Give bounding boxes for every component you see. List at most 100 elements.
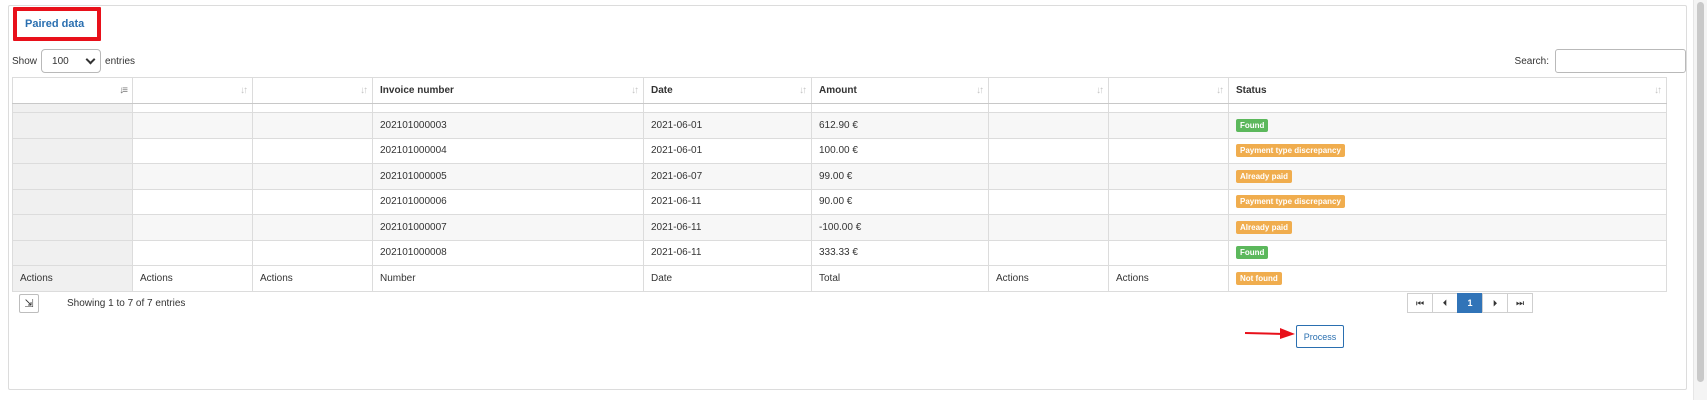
table-cell <box>132 214 253 241</box>
table-cell <box>12 188 133 215</box>
page-scrollbar-thumb[interactable] <box>1697 2 1704 382</box>
footer-cell: Actions <box>988 265 1109 292</box>
date-cell: 2021-06-01 <box>643 137 812 164</box>
status-badge: Payment type discrepancy <box>1236 195 1345 209</box>
table-cell <box>12 239 133 266</box>
date-cell: 2021-06-11 <box>643 214 812 241</box>
status-badge: Already paid <box>1236 169 1293 183</box>
table-cell <box>988 214 1109 241</box>
column-header-7[interactable]: ↓↑ <box>988 77 1109 104</box>
date-cell: 2021-06-11 <box>643 188 812 215</box>
table-row: 202101000004 2021-06-01 100.00 € Payment ty… <box>12 137 1667 164</box>
date-cell: 2021-06-01 <box>643 112 812 139</box>
invoice-number-cell: 202101000003 <box>372 112 644 139</box>
red-arrow-annotation <box>1244 328 1295 339</box>
table-cell <box>988 163 1109 190</box>
table-cell <box>252 137 373 164</box>
footer-cell: Total <box>811 265 989 292</box>
table-row: 202101000008 2021-06-11 333.33 € Found <box>12 239 1667 266</box>
status-badge: Already paid <box>1236 220 1293 234</box>
footer-cell: Date <box>643 265 812 292</box>
status-badge: Payment type discrepancy <box>1236 144 1345 158</box>
column-header-status[interactable]: Status ↓↑ <box>1228 77 1667 104</box>
sort-icon: ↓↑ <box>240 85 248 96</box>
table-cell <box>132 137 253 164</box>
status-badge: Found <box>1236 118 1269 132</box>
table-header-row: ↓≡ ↓↑ ↓↑ Invoice number ↓↑ Date ↓↑ Amount ↓… <box>12 77 1667 104</box>
date-cell: 2021-06-11 <box>643 239 812 266</box>
pagination: ⏮ ⏴ 1 ⏵ ⏭ <box>1407 293 1533 313</box>
amount-cell: -100.00 € <box>811 214 989 241</box>
table-row: 202101000005 2021-06-07 99.00 € Already pai… <box>12 163 1667 190</box>
table-row: 202101000007 2021-06-11 -100.00 € Already p… <box>12 214 1667 241</box>
process-button[interactable]: Process <box>1296 325 1344 348</box>
footer-cell: Actions <box>12 265 133 292</box>
sort-icon: ↓↑ <box>631 85 639 96</box>
table-cell <box>12 214 133 241</box>
entries-select-value: 100 <box>52 55 69 67</box>
next-page-button[interactable]: ⏵ <box>1482 293 1508 313</box>
footer-cell: Actions <box>132 265 253 292</box>
entries-select[interactable]: 100 <box>41 49 102 73</box>
sort-icon: ↓↑ <box>1216 85 1224 96</box>
search-input[interactable] <box>1555 49 1686 73</box>
table-cell <box>12 137 133 164</box>
sort-icon: ↓↑ <box>360 85 368 96</box>
amount-cell: 99.00 € <box>811 163 989 190</box>
invoice-number-cell: 202101000005 <box>372 163 644 190</box>
table-cell <box>132 239 253 266</box>
table-cell <box>12 112 133 139</box>
column-header-3[interactable]: ↓↑ <box>252 77 373 104</box>
status-cell: Already paid <box>1228 163 1667 190</box>
prev-page-button[interactable]: ⏴ <box>1432 293 1458 313</box>
show-label: Show <box>12 55 38 67</box>
sort-icon: ↓↑ <box>799 85 807 96</box>
footer-cell: Actions <box>1108 265 1229 292</box>
invoice-number-cell: 202101000007 <box>372 214 644 241</box>
footer-status-cell: Not found <box>1228 265 1667 292</box>
table-cell <box>12 163 133 190</box>
table-cell <box>1108 214 1229 241</box>
length-control: Show 100 entries <box>12 49 135 73</box>
status-badge: Found <box>1236 246 1269 260</box>
status-cell: Already paid <box>1228 214 1667 241</box>
chevron-down-icon <box>85 54 96 64</box>
table-cell <box>1108 163 1229 190</box>
search-label: Search: <box>1514 55 1549 67</box>
paired-data-table: ↓≡ ↓↑ ↓↑ Invoice number ↓↑ Date ↓↑ Amount ↓… <box>12 77 1667 292</box>
search-control: Search: <box>1515 49 1686 73</box>
export-icon[interactable]: ⇲ <box>19 294 39 313</box>
table-cell <box>132 163 253 190</box>
column-header-1[interactable]: ↓≡ <box>12 77 133 104</box>
sort-ascending-icon: ↓≡ <box>119 85 128 96</box>
column-header-2[interactable]: ↓↑ <box>132 77 253 104</box>
status-cell: Payment type discrepancy <box>1228 188 1667 215</box>
column-header-amount[interactable]: Amount ↓↑ <box>811 77 989 104</box>
table-row: 202101000003 2021-06-01 612.90 € Found <box>12 112 1667 139</box>
status-badge: Not found <box>1236 272 1282 285</box>
page-scrollbar[interactable] <box>1693 0 1707 400</box>
column-header-8[interactable]: ↓↑ <box>1108 77 1229 104</box>
table-cell <box>132 112 253 139</box>
table-cell <box>252 163 373 190</box>
first-page-button[interactable]: ⏮ <box>1407 293 1433 313</box>
invoice-number-cell: 202101000006 <box>372 188 644 215</box>
table-row-empty <box>12 103 1667 113</box>
amount-cell: 333.33 € <box>811 239 989 266</box>
status-cell: Payment type discrepancy <box>1228 137 1667 164</box>
invoice-number-cell: 202101000004 <box>372 137 644 164</box>
table-cell <box>1108 112 1229 139</box>
sort-icon: ↓↑ <box>1654 85 1662 96</box>
tab-paired-data[interactable]: Paired data <box>13 7 101 41</box>
table-cell <box>252 214 373 241</box>
column-header-invoice-number[interactable]: Invoice number ↓↑ <box>372 77 644 104</box>
footer-cell: Number <box>372 265 644 292</box>
table-cell <box>988 239 1109 266</box>
table-cell <box>988 188 1109 215</box>
table-cell <box>252 188 373 215</box>
table-cell <box>1108 188 1229 215</box>
column-header-date[interactable]: Date ↓↑ <box>643 77 812 104</box>
table-cell <box>988 137 1109 164</box>
page-1-button[interactable]: 1 <box>1457 293 1483 313</box>
last-page-button[interactable]: ⏭ <box>1507 293 1533 313</box>
